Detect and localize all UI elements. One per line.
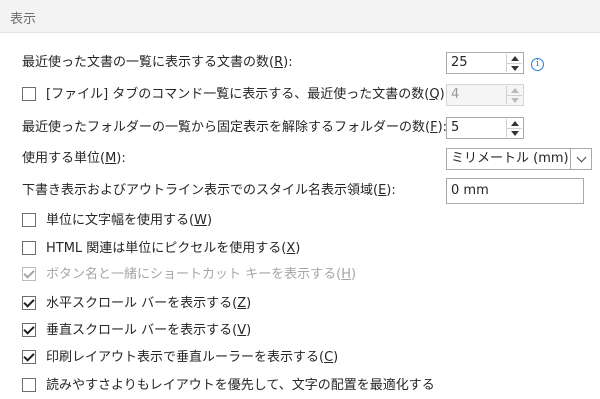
checkbox[interactable] — [22, 240, 36, 255]
recent-folders-value[interactable]: 5 — [451, 120, 459, 136]
quick-access-value: 4 — [451, 87, 460, 102]
recent-folders-spinner[interactable]: 5 — [446, 117, 524, 139]
arrow-down-icon — [507, 95, 522, 104]
chevron-down-icon[interactable] — [570, 149, 591, 169]
quick-access-checkbox[interactable] — [22, 86, 36, 101]
checkbox[interactable] — [22, 295, 36, 310]
arrow-down-icon[interactable] — [507, 128, 522, 137]
quick-access-row[interactable]: [ファイル] タブのコマンド一覧に表示する、最近使った文書の数(Q): — [22, 84, 449, 106]
checkbox-row-char-width[interactable]: 単位に文字幅を使用する(W) — [22, 210, 212, 232]
recent-docs-label: 最近使った文書の一覧に表示する文書の数(R): — [22, 55, 293, 70]
checkbox — [22, 266, 36, 281]
recent-docs-spinner[interactable]: 25 — [446, 52, 524, 74]
checkbox[interactable] — [22, 212, 36, 227]
recent-docs-value[interactable]: 25 — [451, 55, 468, 71]
recent-folders-label: 最近使ったフォルダーの一覧から固定表示を解除するフォルダーの数(F): — [22, 120, 448, 135]
units-value: ミリメートル (mm) — [451, 151, 569, 166]
checkbox-row-shortcut-keys: ボタン名と一緒にショートカット キーを表示する(H) — [22, 264, 356, 286]
quick-access-spinner: 4 — [446, 84, 524, 106]
checkbox[interactable] — [22, 322, 36, 337]
style-area-value[interactable]: 0 mm — [451, 183, 489, 199]
arrow-up-icon[interactable] — [507, 119, 522, 128]
units-label: 使用する単位(M): — [22, 151, 126, 166]
style-area-input[interactable]: 0 mm — [446, 178, 584, 204]
section-title: 表示 — [10, 12, 37, 27]
arrow-up-icon — [507, 86, 522, 95]
units-select[interactable]: ミリメートル (mm) — [446, 148, 592, 170]
checkbox[interactable] — [22, 377, 36, 392]
info-icon[interactable]: i — [531, 58, 544, 71]
arrow-down-icon[interactable] — [507, 63, 522, 72]
checkbox-row-vertical-scrollbar[interactable]: 垂直スクロール バーを表示する(V) — [22, 320, 251, 342]
arrow-up-icon[interactable] — [507, 54, 522, 63]
checkbox-row-layout-optimize[interactable]: 読みやすさよりもレイアウトを優先して、文字の配置を最適化する — [22, 375, 435, 397]
checkbox-row-horizontal-scrollbar[interactable]: 水平スクロール バーを表示する(Z) — [22, 293, 251, 315]
section-header: 表示 — [0, 0, 600, 33]
checkbox-row-vertical-ruler[interactable]: 印刷レイアウト表示で垂直ルーラーを表示する(C) — [22, 347, 338, 369]
style-area-label: 下書き表示およびアウトライン表示でのスタイル名表示領域(E): — [22, 183, 396, 198]
checkbox-row-html-pixels[interactable]: HTML 関連は単位にピクセルを使用する(X) — [22, 238, 300, 260]
checkbox[interactable] — [22, 349, 36, 364]
